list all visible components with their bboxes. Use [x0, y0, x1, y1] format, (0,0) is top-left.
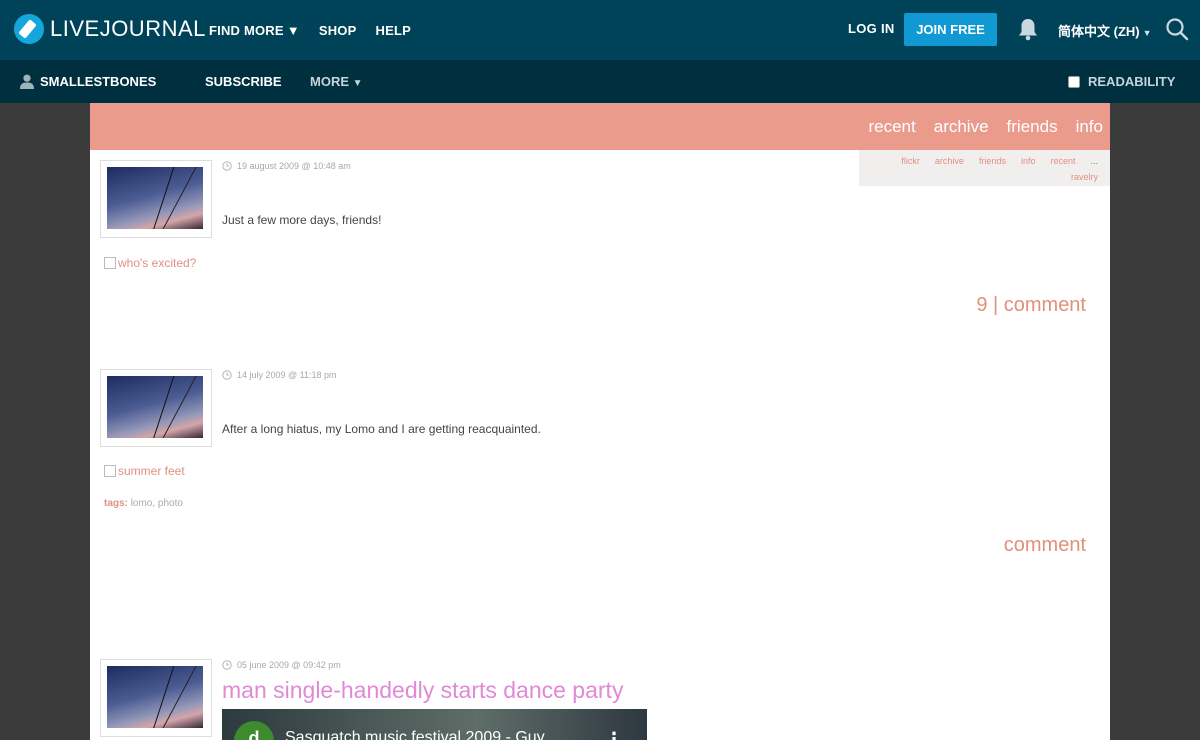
logo-text: LIVEJOURNAL [50, 16, 206, 41]
userpic[interactable] [100, 369, 212, 447]
join-free-button[interactable]: JOIN FREE [904, 13, 997, 46]
clock-icon [222, 370, 232, 380]
journal-header: recent archive friends info [90, 103, 1110, 150]
clock-icon [222, 161, 232, 171]
userpic[interactable] [100, 160, 212, 238]
side-link-archive[interactable]: archive [935, 156, 964, 166]
broken-image-link[interactable]: summer feet [104, 464, 185, 478]
side-link-more[interactable]: ... [1090, 156, 1098, 166]
comment-link[interactable]: comment [1004, 534, 1086, 557]
journal-nav-info[interactable]: info [1076, 117, 1103, 137]
top-nav: FIND MORE ▼ SHOP HELP [209, 0, 411, 60]
livejournal-logo-icon [14, 14, 44, 44]
side-link-ravelry[interactable]: ravelry [1071, 172, 1098, 182]
video-title[interactable]: Sasquatch music festival 2009 - Guy [285, 729, 545, 740]
userpic-image [107, 167, 203, 229]
nav-shop[interactable]: SHOP [319, 23, 357, 38]
side-link-info[interactable]: info [1021, 156, 1036, 166]
nav-find-more[interactable]: FIND MORE ▼ [209, 23, 300, 38]
chevron-down-icon: ▼ [286, 22, 300, 38]
entry-date[interactable]: 05 june 2009 @ 09:42 pm [222, 660, 341, 670]
journal-user-link[interactable]: SMALLESTBONES [20, 74, 156, 89]
entry-title[interactable]: man single-handedly starts dance party [222, 677, 623, 704]
entry-text: After a long hiatus, my Lomo and I are g… [222, 422, 541, 436]
journal-nav: recent archive friends info [868, 117, 1103, 137]
journal-nav-archive[interactable]: archive [934, 117, 989, 137]
side-link-flickr[interactable]: flickr [901, 156, 920, 166]
language-selector[interactable]: 简体中文 (ZH) ▼ [1058, 21, 1152, 40]
embedded-video[interactable]: d Sasquatch music festival 2009 - Guy ⋮ [222, 709, 647, 740]
livejournal-logo[interactable]: LIVEJOURNAL [14, 14, 206, 44]
login-link[interactable]: LOG IN [848, 21, 895, 36]
sidebar-links-box: flickr archive friends info recent ... r… [859, 150, 1110, 186]
nav-help[interactable]: HELP [375, 23, 410, 38]
journal-nav-recent[interactable]: recent [868, 117, 915, 137]
comment-link[interactable]: 9 | comment [976, 294, 1086, 317]
entry-text: Just a few more days, friends! [222, 213, 382, 227]
side-link-recent[interactable]: recent [1050, 156, 1075, 166]
broken-image-icon [104, 465, 116, 477]
entry-date[interactable]: 19 august 2009 @ 10:48 am [222, 161, 351, 171]
side-link-friends[interactable]: friends [979, 156, 1006, 166]
top-navigation-bar: LIVEJOURNAL FIND MORE ▼ SHOP HELP LOG IN … [0, 0, 1200, 60]
tag-links[interactable]: lomo, photo [131, 498, 183, 509]
search-icon[interactable] [1165, 17, 1189, 41]
bell-icon[interactable] [1017, 17, 1039, 41]
video-channel-avatar[interactable]: d [234, 721, 274, 740]
readability-checkbox[interactable] [1068, 75, 1080, 88]
journal-nav-friends[interactable]: friends [1007, 117, 1058, 137]
journal-subbar: SMALLESTBONES SUBSCRIBE MORE ▼ READABILI… [0, 60, 1200, 103]
more-menu[interactable]: MORE ▼ [310, 74, 363, 89]
username: SMALLESTBONES [40, 74, 157, 89]
entry-date[interactable]: 14 july 2009 @ 11:18 pm [222, 370, 337, 380]
userpic-image [107, 376, 203, 438]
entry-tags: tags: lomo, photo [104, 498, 183, 509]
user-icon [20, 74, 34, 89]
userpic[interactable] [100, 659, 212, 737]
video-menu-icon[interactable]: ⋮ [605, 729, 623, 740]
tags-label: tags: [104, 498, 128, 509]
broken-image-icon [104, 257, 116, 269]
broken-image-link[interactable]: who's excited? [104, 256, 196, 270]
chevron-down-icon: ▼ [1142, 28, 1152, 38]
journal-page: recent archive friends info flickr archi… [90, 103, 1110, 740]
clock-icon [222, 660, 232, 670]
readability-label: READABILITY [1088, 74, 1176, 89]
readability-toggle[interactable]: READABILITY [1068, 74, 1175, 89]
sidebar-links: flickr archive friends info recent ... [901, 156, 1098, 166]
userpic-image [107, 666, 203, 728]
caret-down-icon: ▼ [352, 78, 363, 89]
subscribe-button[interactable]: SUBSCRIBE [205, 74, 282, 89]
